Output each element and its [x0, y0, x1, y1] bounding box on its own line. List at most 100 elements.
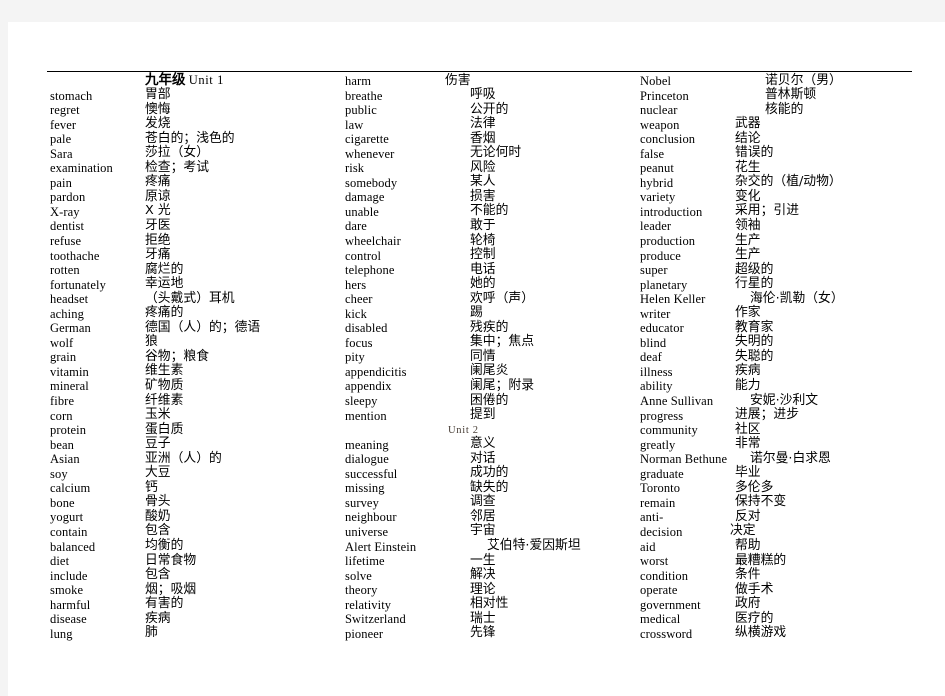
vocabulary-entry-row: anti- 反对	[640, 509, 940, 525]
entry-english-term: condition	[640, 568, 689, 583]
entry-chinese-gloss: 玉米	[145, 407, 171, 423]
entry-chinese-gloss: 懊悔	[145, 101, 171, 117]
entry-chinese-gloss: 最糟糕的	[735, 552, 787, 568]
entry-english-term: planetary	[640, 277, 688, 292]
entry-chinese-gloss: 作家	[735, 305, 761, 321]
entry-english-term: survey	[345, 495, 379, 510]
entry-chinese-gloss: 烟；吸烟	[145, 581, 197, 597]
entry-english-term: bean	[50, 437, 74, 452]
entry-english-term: writer	[640, 306, 671, 321]
entry-english-term: whenever	[345, 146, 395, 161]
entry-chinese-gloss: 原谅	[145, 188, 171, 204]
vocabulary-entry-row: X-ray X 光	[50, 203, 340, 220]
entry-chinese-gloss: 德国（人）的；德语	[145, 319, 261, 335]
entry-english-term: examination	[50, 161, 113, 176]
vocabulary-entry-row: protein 蛋白质	[50, 421, 340, 438]
entry-english-term: super	[640, 263, 668, 278]
entry-chinese-gloss: 错误的	[735, 145, 774, 161]
entry-english-term: German	[50, 321, 91, 336]
entry-english-term: greatly	[640, 437, 676, 452]
entry-english-term: harmful	[50, 597, 91, 612]
entry-english-term: calcium	[50, 481, 91, 496]
entry-chinese-gloss: 超级的	[735, 261, 774, 277]
entry-english-term: graduate	[640, 466, 684, 481]
entry-english-term: smoke	[50, 583, 84, 598]
entry-chinese-gloss: 牙痛	[145, 247, 171, 263]
vocabulary-entry-row: super 超级的	[640, 261, 940, 278]
vocabulary-entry-row: disease 疾病	[50, 611, 340, 627]
entry-chinese-gloss: 疼痛的	[145, 305, 184, 321]
vocabulary-entry-row: contain 包含	[50, 524, 340, 540]
vocabulary-entry-row: rotten 腐烂的	[50, 262, 340, 278]
vocabulary-entry-row: refuse 拒绝	[50, 233, 340, 249]
vocabulary-entry-row: pain 疼痛	[50, 175, 340, 191]
vocabulary-entry-row: graduate 毕业	[640, 466, 940, 482]
vocabulary-entry-row: fibre 纤维素	[50, 393, 340, 409]
entry-english-term: Princeton	[640, 88, 689, 103]
entry-english-term: control	[345, 248, 382, 263]
entry-english-term: progress	[640, 408, 684, 423]
entry-english-term: Helen Keller	[640, 292, 706, 307]
vocabulary-entry-row: dare 敢于	[345, 218, 635, 234]
vocabulary-entry-row: fever 发烧	[50, 117, 340, 133]
vocabulary-entry-row: Toronto 多伦多	[640, 480, 940, 496]
entry-chinese-gloss: 社区	[735, 421, 761, 437]
entry-chinese-gloss: 相对性	[470, 596, 509, 612]
vocabulary-entry-row: aid 帮助	[640, 538, 940, 555]
entry-english-term: anti-	[640, 510, 664, 525]
entry-english-term: X-ray	[50, 204, 80, 219]
entry-english-term: medical	[640, 612, 681, 627]
entry-chinese-gloss: 日常食物	[145, 552, 197, 568]
vocabulary-sheet: 九年级 Unit 1 stomach 胃部 regret 懊悔 fever 发烧 pale 苍白…	[0, 0, 945, 696]
vocabulary-entry-row: weapon 武器	[640, 117, 940, 133]
vocabulary-entry-row: blind 失明的	[640, 335, 940, 351]
entry-english-term: universe	[345, 524, 389, 539]
entry-english-term: theory	[345, 583, 378, 598]
entry-chinese-gloss: 某人	[470, 174, 496, 190]
entry-english-term: soy	[50, 466, 68, 481]
entry-english-term: vitamin	[50, 364, 89, 379]
vocabulary-entry-row: operate 做手术	[640, 582, 940, 598]
entry-chinese-gloss: 诺尔曼·白求恩	[750, 450, 831, 466]
entry-chinese-gloss: 蛋白质	[145, 421, 184, 437]
entry-chinese-gloss: 幸运地	[145, 276, 184, 292]
entry-english-term: focus	[345, 335, 373, 350]
entry-chinese-gloss: 普林斯顿	[765, 87, 817, 103]
vocabulary-column-2: harm 伤害 breathe 呼吸 public 公开的 law 法律 cigarette 香烟…	[345, 72, 635, 642]
entry-chinese-gloss: 踢	[470, 305, 483, 321]
entry-english-term: government	[640, 597, 701, 612]
vocabulary-entry-row: decision 决定	[640, 524, 940, 540]
entry-english-term: Anne Sullivan	[640, 394, 714, 409]
entry-english-term: contain	[50, 524, 88, 539]
entry-chinese-gloss: 宇宙	[470, 523, 496, 539]
vocabulary-entry-row: bone 骨头	[50, 494, 340, 511]
vocabulary-entry-row: calcium 钙	[50, 480, 340, 496]
vocabulary-entry-row: mineral 矿物质	[50, 378, 340, 394]
vocabulary-entry-row: cheer 欢呼（声）	[345, 291, 635, 307]
entry-english-term: peanut	[640, 161, 674, 176]
entry-english-term: fortunately	[50, 277, 106, 292]
entry-english-term: grain	[50, 350, 77, 365]
vocabulary-entry-row: diet 日常食物	[50, 552, 340, 569]
entry-chinese-gloss: X 光	[145, 203, 171, 219]
entry-english-term: public	[345, 103, 377, 118]
entry-chinese-gloss: 骨头	[145, 494, 171, 510]
vocabulary-entry-row: appendix 阑尾；附录	[345, 378, 635, 394]
entry-chinese-gloss: 解决	[470, 567, 496, 583]
vocabulary-entry-row: leader 领袖	[640, 218, 940, 234]
entry-chinese-gloss: 她的	[470, 276, 496, 292]
vocabulary-entry-row: pioneer 先锋	[345, 626, 635, 642]
entry-english-term: meaning	[345, 437, 389, 452]
entry-english-term: harm	[345, 74, 372, 88]
entry-english-term: production	[640, 234, 696, 249]
entry-english-term: crossword	[640, 626, 693, 641]
vocabulary-entry-row: dentist 牙医	[50, 218, 340, 234]
entry-english-term: cheer	[345, 292, 373, 307]
vocabulary-entry-row: mention 提到	[345, 408, 635, 424]
vocabulary-entry-row: German 德国（人）的；德语	[50, 319, 340, 336]
entry-chinese-gloss: 伤害	[445, 72, 471, 88]
entry-chinese-gloss: 核能的	[765, 101, 804, 117]
entry-chinese-gloss: 纵横游戏	[735, 625, 787, 641]
entry-english-term: Asian	[50, 452, 80, 467]
entry-chinese-gloss: 意义	[470, 436, 496, 452]
